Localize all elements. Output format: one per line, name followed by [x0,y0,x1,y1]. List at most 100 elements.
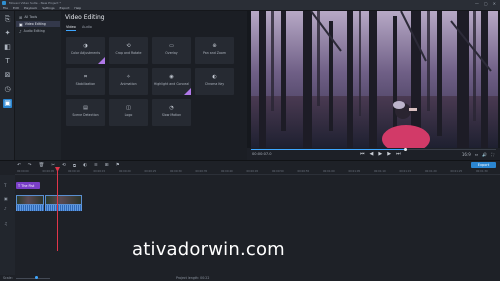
playback-track[interactable] [251,148,496,151]
tile-chroma-key[interactable]: ◐ Chroma Key [195,68,234,95]
next-frame-icon[interactable]: ▶ [387,151,391,157]
tile-label: Scene Detection [72,113,99,117]
tile-pan-and-zoom[interactable]: ⊕ Pan and Zoom [195,37,234,64]
forest-scene-image [251,11,498,148]
delete-icon[interactable]: 🗑 [39,163,45,168]
ruler-tick-label: 00:00:50 [272,170,284,173]
menu-edit[interactable]: Edit [13,6,19,10]
title-clip[interactable]: T The Fist [16,182,40,189]
playhead[interactable] [57,167,58,251]
category-audio-editing[interactable]: ♪ Audio Editing [16,28,60,34]
tile-color-adjustments[interactable]: ◑ Color Adjustments [66,37,105,64]
ruler-tick-label: 00:00:25 [144,170,157,173]
project-length: Project length: 00:22 [176,276,210,280]
resize-icon[interactable]: ⇔ [475,152,478,157]
tab-audio[interactable]: Audio [82,25,92,29]
undo-icon[interactable]: ↶ [17,163,21,168]
video-editing-icon[interactable]: ▣ [3,99,12,108]
tile-slow-motion[interactable]: ◔ Slow Motion [152,99,191,126]
tile-crop-and-rotate[interactable]: ⟲ Crop and Rotate [109,37,148,64]
menu-file[interactable]: File [3,6,8,10]
crop-icon[interactable]: ⧉ [73,163,76,169]
maximize-button[interactable]: ▢ [484,1,488,6]
prev-frame-icon[interactable]: ◀ [370,151,374,157]
ruler-tick-label: 00:00:20 [119,170,131,173]
aspect-ratio-select[interactable]: 16:9 [462,152,471,157]
video-clip[interactable] [16,195,44,205]
cut-icon[interactable]: ✂ [51,163,55,168]
timecode: 00:00:07.0 [252,152,272,156]
ruler-tick-label: 00:00:35 [195,170,208,173]
animation-icon: ✧ [126,74,131,80]
close-button[interactable]: ✕ [493,1,496,6]
titles-icon[interactable]: T [3,57,12,66]
tile-label: Highlight and Conceal [153,82,190,86]
menu-playback[interactable]: Playback [24,6,37,10]
highlight-icon: ◉ [169,74,174,80]
clip-thumbnail [17,196,43,204]
play-icon[interactable]: ▶ [378,151,382,157]
magic-wand-icon[interactable]: ✦ [3,29,12,38]
scale-slider-knob[interactable] [35,276,38,279]
audio-clip[interactable] [16,205,44,211]
tile-label: Slow Motion [161,113,182,117]
track-headers: T ▣ ♪ ♫ [0,175,15,275]
redo-icon[interactable]: ↷ [28,163,32,168]
import-icon[interactable]: ⎘ [3,15,12,24]
scale-label: Scale: [3,276,13,280]
video-editing-panel: Video Editing Video Audio ◑ Color Adjust… [61,11,247,160]
menu-settings[interactable]: Settings [42,6,54,10]
tile-label: Animation [120,82,137,86]
tile-label: Color Adjustments [70,51,101,55]
color-icon[interactable]: ◐ [83,163,87,168]
marker-icon[interactable]: ⚑ [116,163,120,168]
status-bar: Scale: Project length: 00:22 [0,275,500,281]
video-preview[interactable] [251,11,498,148]
player-options: 16:9 ⇔ 🔊 ⛶ [462,152,494,157]
waveform [16,205,44,211]
minimize-button[interactable]: — [475,1,479,6]
crop-icon: ⟲ [126,43,131,49]
clock-icon[interactable]: ◷ [3,85,12,94]
scale-slider[interactable] [16,278,50,279]
volume-icon[interactable]: 🔊 [482,152,487,157]
tile-overlay[interactable]: ▭ Overlay [152,37,191,64]
overlay-icon[interactable]: ⊞ [105,163,109,168]
playback-knob[interactable] [403,148,407,151]
skip-forward-icon[interactable]: ⏭ [396,151,401,157]
transitions-icon[interactable]: ⊠ [3,71,12,80]
tile-scene-detection[interactable]: ▤ Scene Detection [66,99,105,126]
tile-animation[interactable]: ✧ Animation [109,68,148,95]
fullscreen-icon[interactable]: ⛶ [491,152,494,157]
video-clip[interactable] [45,195,82,205]
category-label: Audio Editing [23,29,45,33]
audio-properties-icon[interactable]: ≡ [94,163,98,168]
zoom-icon: ⊕ [212,43,217,49]
tile-label: Pan and Zoom [203,51,226,55]
tab-underline [66,30,76,31]
skip-back-icon[interactable]: ⏮ [360,151,365,157]
export-button[interactable]: Export [471,162,496,168]
timeline-ruler[interactable]: 00:00:00 00:00:05 00:00:10 00:00:15 00:00:20… [15,170,500,175]
audio-clip[interactable] [45,205,82,211]
tile-logo[interactable]: ◫ Logo [109,99,148,126]
audio-track-icon: ♪ [4,206,7,211]
tile-highlight-and-conceal[interactable]: ◉ Highlight and Conceal [152,68,191,95]
waveform [45,205,82,211]
color-icon: ◑ [83,43,88,49]
menu-export[interactable]: Export [60,6,70,10]
ruler-tick-label: 00:00:45 [246,170,259,173]
ruler-tick-label: 00:00:55 [297,170,310,173]
category-list: ⊞ All Tools ▣ Video Editing ♪ Audio Edit… [15,11,61,160]
ruler-tick-label: 00:01:20 [425,170,437,173]
rotate-icon[interactable]: ⟲ [62,163,66,168]
tile-stabilization[interactable]: ⌗ Stabilization [66,68,105,95]
ruler-tick-label: 00:00:05 [42,170,55,173]
tab-video[interactable]: Video [66,25,76,29]
filters-icon[interactable]: ◧ [3,43,12,52]
category-all-tools[interactable]: ⊞ All Tools [16,14,60,20]
menu-help[interactable]: Help [74,6,81,10]
category-video-editing[interactable]: ▣ Video Editing [16,21,60,27]
tile-label: Logo [124,113,133,117]
panel-title: Video Editing [65,14,105,21]
